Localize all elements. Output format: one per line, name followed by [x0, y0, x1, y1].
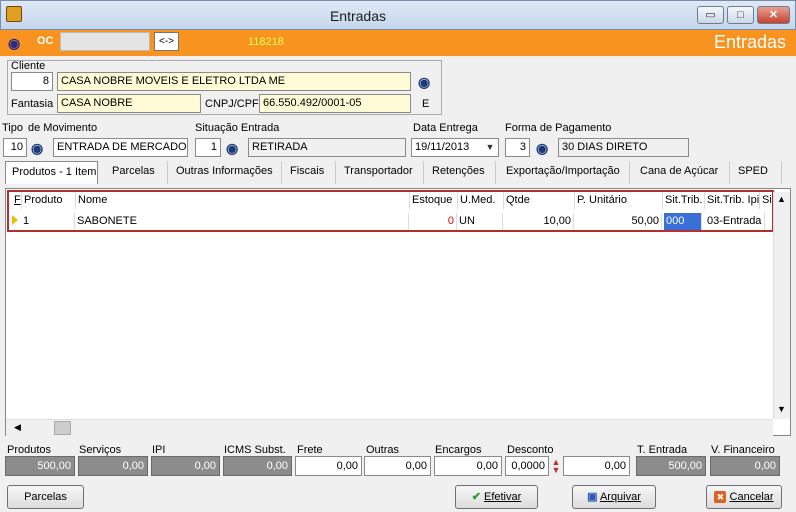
cnpj-label: CNPJ/CPF	[205, 98, 259, 110]
v-financeiro-field: 0,00	[710, 456, 780, 476]
cnpj-field[interactable]: 66.550.492/0001-05	[259, 94, 411, 113]
swap-button[interactable]: <->	[154, 32, 179, 51]
servicos-label: Serviços	[79, 444, 122, 456]
cliente-label: Cliente	[11, 60, 46, 72]
close-button[interactable]: ✕	[757, 6, 790, 24]
forma-pagamento-label: Forma de Pagamento	[505, 122, 612, 134]
fantasia-field[interactable]: CASA NOBRE	[57, 94, 201, 113]
efetivar-button[interactable]: ✔ Efetivar	[455, 485, 538, 509]
tipo-code-field[interactable]: 10	[3, 138, 27, 157]
desconto-field[interactable]: 0,00	[563, 456, 630, 476]
encargos-label: Encargos	[435, 444, 482, 456]
tab-sped[interactable]: SPED	[732, 161, 782, 184]
servicos-field: 0,00	[78, 456, 148, 476]
tab-parcelas[interactable]: Parcelas	[106, 161, 168, 184]
fantasia-label: Fantasia	[11, 98, 54, 110]
tab-cana-acucar[interactable]: Cana de Açúcar	[634, 161, 730, 184]
outras-label: Outras	[366, 444, 400, 456]
oc-label: OC	[37, 35, 54, 47]
forma-search-icon[interactable]: ◉	[536, 140, 548, 157]
frete-field[interactable]: 0,00	[295, 456, 362, 476]
parcelas-button[interactable]: Parcelas	[7, 485, 84, 509]
outras-field[interactable]: 0,00	[364, 456, 431, 476]
scroll-thumb[interactable]	[54, 421, 71, 435]
data-entrega-label: Data Entrega	[413, 122, 478, 134]
tab-exportacao[interactable]: Exportação/Importação	[500, 161, 630, 184]
situacao-label: Situação Entrada	[195, 122, 280, 134]
encargos-field[interactable]: 0,00	[434, 456, 502, 476]
situacao-code-field[interactable]: 1	[195, 138, 221, 157]
tab-bar: Produtos - 1 Item Parcelas Outras Inform…	[5, 161, 786, 184]
archive-icon: ▣	[587, 491, 598, 503]
desconto-label: Desconto	[507, 444, 554, 456]
forma-desc-field[interactable]: 30 DIAS DIRETO	[558, 138, 689, 157]
icms-subst-label: ICMS Subst.	[224, 444, 286, 456]
v-financeiro-label: V. Financeiro	[711, 444, 775, 456]
section-title: Entradas	[713, 32, 786, 52]
percent-toggle-icon[interactable]: ▲ ▼	[551, 458, 561, 475]
cancelar-label: Cancelar	[729, 491, 774, 503]
de-movimento-label: de Movimento	[28, 122, 98, 134]
tab-fiscais[interactable]: Fiscais	[284, 161, 336, 184]
t-entrada-field: 500,00	[636, 456, 706, 476]
cliente-tipo: E	[422, 98, 430, 110]
scroll-up-icon[interactable]: ▲	[777, 194, 786, 204]
cancelar-button[interactable]: ✖ Cancelar	[706, 485, 782, 509]
ipi-label: IPI	[152, 444, 166, 456]
minimize-button[interactable]: ▭	[697, 6, 724, 24]
t-entrada-label: T. Entrada	[637, 444, 688, 456]
produtos-total-field: 500,00	[5, 456, 75, 476]
vertical-scrollbar[interactable]: ▲ ▼	[773, 192, 790, 419]
cliente-code-field[interactable]: 8	[11, 72, 53, 91]
oc-input[interactable]	[60, 32, 150, 51]
check-icon: ✔	[471, 491, 481, 503]
document-number: 118218	[248, 36, 284, 48]
situacao-search-icon[interactable]: ◉	[226, 140, 238, 157]
cancel-icon: ✖	[714, 491, 727, 504]
frete-label: Frete	[297, 444, 323, 456]
oc-search-icon[interactable]: ◉	[8, 35, 20, 52]
maximize-button[interactable]: □	[727, 6, 754, 24]
tab-outras-informacoes[interactable]: Outras Informações	[170, 161, 282, 184]
arquivar-button[interactable]: ▣ Arquivar	[572, 485, 656, 509]
efetivar-label: Efetivar	[483, 491, 522, 503]
tipo-label: Tipo	[2, 122, 23, 134]
cliente-search-icon[interactable]: ◉	[418, 74, 430, 91]
tab-transportador[interactable]: Transportador	[338, 161, 424, 184]
row-highlight-box	[7, 190, 774, 232]
scroll-left-icon[interactable]: ◀	[14, 422, 21, 433]
horizontal-scrollbar[interactable]: ◀	[6, 419, 773, 436]
forma-code-field[interactable]: 3	[505, 138, 530, 157]
situacao-desc-field[interactable]: RETIRADA	[248, 138, 406, 157]
desconto-pct-field[interactable]: 0,0000	[505, 456, 549, 476]
arquivar-label: Arquivar	[599, 491, 641, 503]
produtos-total-label: Produtos	[7, 444, 52, 456]
tipo-desc-field[interactable]: ENTRADA DE MERCADOI	[53, 138, 188, 157]
chevron-down-icon[interactable]: ▼	[483, 140, 497, 155]
ipi-field: 0,00	[151, 456, 220, 476]
cliente-name-field[interactable]: CASA NOBRE MOVEIS E ELETRO LTDA ME	[57, 72, 411, 91]
icms-subst-field: 0,00	[223, 456, 292, 476]
tipo-search-icon[interactable]: ◉	[31, 140, 43, 157]
window-title: Entradas	[329, 8, 387, 24]
tab-produtos[interactable]: Produtos - 1 Item	[5, 161, 98, 184]
scroll-down-icon[interactable]: ▼	[777, 404, 786, 414]
tab-retencoes[interactable]: Retenções	[426, 161, 496, 184]
